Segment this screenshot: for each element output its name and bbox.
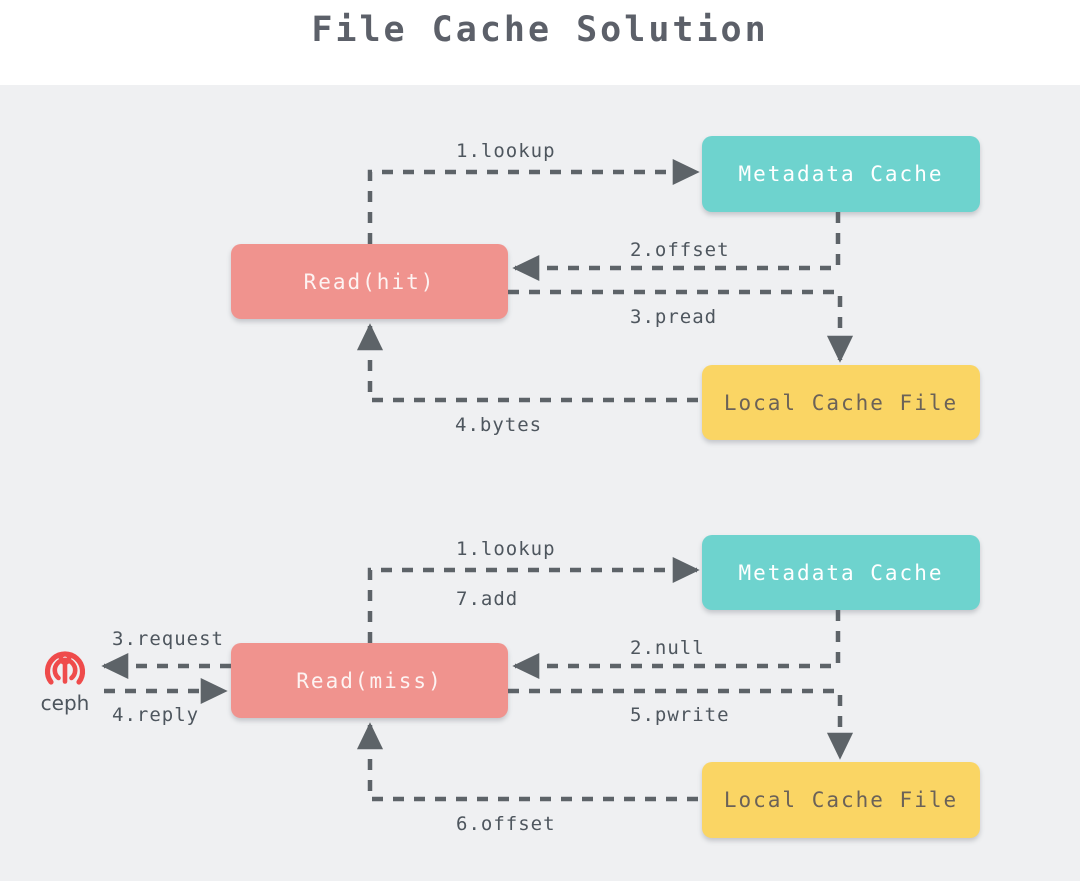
node-local-cache-file-hit[interactable]: Local Cache File <box>702 365 980 440</box>
node-local-cache-file-hit-label: Local Cache File <box>723 390 959 415</box>
node-read-miss-label: Read(miss) <box>296 668 443 693</box>
edge-label-hit-4-bytes: 4.bytes <box>455 414 543 436</box>
ceph-logo-icon <box>44 651 86 685</box>
ceph-label: ceph <box>40 691 90 715</box>
node-metadata-cache-hit[interactable]: Metadata Cache <box>702 136 980 212</box>
edge-label-miss-2-null: 2.null <box>630 637 705 659</box>
node-metadata-cache-miss-label: Metadata Cache <box>738 560 944 585</box>
edge-label-miss-1-lookup: 1.lookup <box>456 538 556 560</box>
diagram-page: File Cache Solution Read(hit) Metadata C… <box>0 0 1080 881</box>
node-read-hit-label: Read(hit) <box>303 269 436 294</box>
edge-label-miss-5-pwrite: 5.pwrite <box>630 704 730 726</box>
edge-label-miss-6-offset: 6.offset <box>456 813 556 835</box>
node-local-cache-file-miss-label: Local Cache File <box>723 788 959 812</box>
node-read-miss[interactable]: Read(miss) <box>231 643 508 718</box>
edge-label-hit-1-lookup: 1.lookup <box>456 140 556 162</box>
node-metadata-cache-hit-label: Metadata Cache <box>738 162 944 186</box>
edge-label-miss-7-add: 7.add <box>456 588 519 610</box>
node-read-hit[interactable]: Read(hit) <box>231 244 508 319</box>
node-local-cache-file-miss[interactable]: Local Cache File <box>702 762 980 838</box>
edge-label-hit-2-offset: 2.offset <box>630 239 730 261</box>
edge-label-miss-3-request: 3.request <box>112 628 224 650</box>
node-metadata-cache-miss[interactable]: Metadata Cache <box>702 535 980 610</box>
node-ceph[interactable]: ceph <box>30 640 100 715</box>
edge-label-hit-3-pread: 3.pread <box>630 306 718 328</box>
page-title: File Cache Solution <box>311 10 769 50</box>
edge-label-miss-4-reply: 4.reply <box>112 704 200 726</box>
